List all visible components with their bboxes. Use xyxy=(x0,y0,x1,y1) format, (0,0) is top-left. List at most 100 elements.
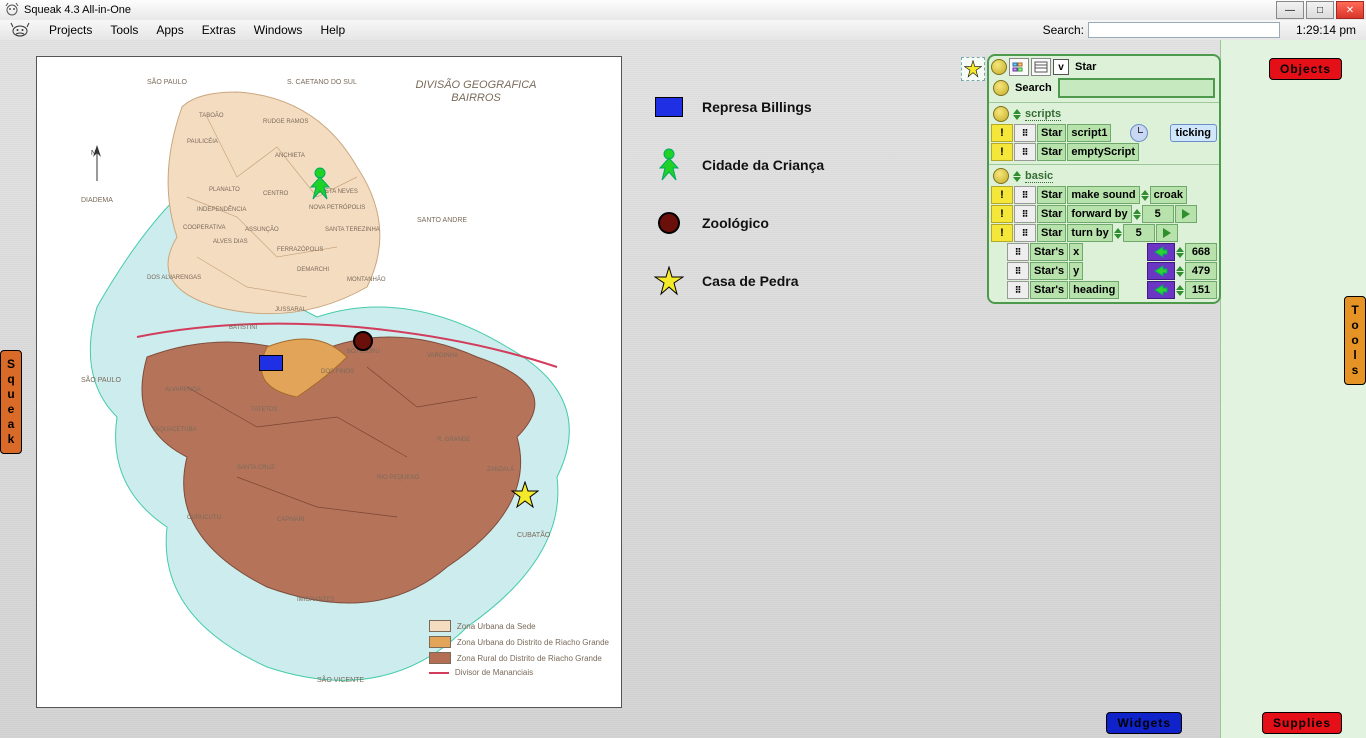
viewer-target-thumbnail[interactable] xyxy=(961,57,985,81)
category-menu-button[interactable] xyxy=(993,168,1009,184)
viewer-menu-button[interactable] xyxy=(991,59,1007,75)
flap-widgets[interactable]: Widgets xyxy=(1106,712,1182,734)
script-status[interactable]: ticking xyxy=(1170,124,1217,142)
tile-menu-button[interactable]: ⠿ xyxy=(1007,281,1029,299)
viewer-search-input[interactable] xyxy=(1058,78,1215,98)
menu-tools[interactable]: Tools xyxy=(101,23,147,37)
category-menu-button[interactable] xyxy=(993,106,1009,122)
map-label: INDEPENDÊNCIA xyxy=(197,207,246,213)
assign-button[interactable] xyxy=(1147,281,1175,299)
tile-menu-button[interactable]: ⠿ xyxy=(1014,143,1036,161)
flap-supplies[interactable]: Supplies xyxy=(1262,712,1342,734)
rectangle-icon xyxy=(654,92,684,122)
assign-button[interactable] xyxy=(1147,262,1175,280)
map-marker-zoo[interactable] xyxy=(353,331,373,351)
circle-icon xyxy=(654,208,684,238)
tile-object[interactable]: Star xyxy=(1037,224,1066,242)
window-minimize-button[interactable]: — xyxy=(1276,1,1304,19)
command-row[interactable]: ! ⠿ Star turn by 5 xyxy=(991,224,1217,242)
tile-object[interactable]: Star's xyxy=(1030,281,1068,299)
tile-value[interactable]: 668 xyxy=(1185,243,1217,261)
tile-menu-button[interactable]: ⠿ xyxy=(1014,124,1036,142)
run-button[interactable]: ! xyxy=(991,205,1013,223)
map-marker-billings[interactable] xyxy=(259,355,283,371)
tile-menu-button[interactable]: ⠿ xyxy=(1007,262,1029,280)
viewer-collapse-button[interactable]: v xyxy=(1053,59,1069,75)
category-label-basic[interactable]: basic xyxy=(1025,170,1053,183)
menu-windows[interactable]: Windows xyxy=(245,23,312,37)
tile-command[interactable]: turn by xyxy=(1067,224,1112,242)
viewer-tool-icon[interactable] xyxy=(1009,58,1029,76)
script-row[interactable]: ! ⠿ Star script1 ticking xyxy=(991,124,1217,142)
tile-object[interactable]: Star xyxy=(1037,186,1066,204)
run-button[interactable]: ! xyxy=(991,186,1013,204)
tile-arg[interactable]: 5 xyxy=(1123,224,1155,242)
viewer-tile-icon[interactable] xyxy=(1031,58,1051,76)
tile-object[interactable]: Star xyxy=(1037,143,1066,161)
window-close-button[interactable]: ✕ xyxy=(1336,1,1364,19)
assign-button[interactable] xyxy=(1147,243,1175,261)
map-marker-pedra[interactable] xyxy=(511,481,539,514)
menubar-search-input[interactable] xyxy=(1088,22,1280,38)
tile-menu-button[interactable]: ⠿ xyxy=(1014,186,1036,204)
category-label-scripts[interactable]: scripts xyxy=(1025,108,1061,121)
tile-script-name[interactable]: emptyScript xyxy=(1067,143,1139,161)
tile-object[interactable]: Star's xyxy=(1030,262,1068,280)
window-titlebar: Squeak 4.3 All-in-One — □ ✕ xyxy=(0,0,1366,21)
flap-tools[interactable]: Tools xyxy=(1344,296,1366,385)
value-spinner[interactable] xyxy=(1176,262,1184,280)
map-label: SÃO PAULO xyxy=(81,377,121,384)
tile-command[interactable]: make sound xyxy=(1067,186,1139,204)
tile-script-name[interactable]: script1 xyxy=(1067,124,1111,142)
map-marker-crianca[interactable] xyxy=(307,167,333,206)
extend-button[interactable] xyxy=(1175,205,1197,223)
tile-property[interactable]: x xyxy=(1069,243,1083,261)
tile-menu-button[interactable]: ⠿ xyxy=(1014,205,1036,223)
menubar-search-label: Search: xyxy=(1043,23,1088,37)
map-label: BATISTINI xyxy=(229,325,257,331)
tile-arg[interactable]: croak xyxy=(1150,186,1187,204)
tile-arg[interactable]: 5 xyxy=(1142,205,1174,223)
tile-object[interactable]: Star xyxy=(1037,124,1066,142)
tile-property[interactable]: y xyxy=(1069,262,1083,280)
tile-object[interactable]: Star's xyxy=(1030,243,1068,261)
tile-value[interactable]: 479 xyxy=(1185,262,1217,280)
menu-projects[interactable]: Projects xyxy=(40,23,101,37)
script-row[interactable]: ! ⠿ Star emptyScript xyxy=(991,143,1217,161)
run-button[interactable]: ! xyxy=(991,143,1013,161)
property-row[interactable]: ⠿ Star's x 668 xyxy=(991,243,1217,261)
squeak-logo-icon[interactable] xyxy=(6,21,34,39)
window-maximize-button[interactable]: □ xyxy=(1306,1,1334,19)
property-row[interactable]: ⠿ Star's heading 151 xyxy=(991,281,1217,299)
world[interactable]: Squeak Tools Objects Widgets Supplies DI… xyxy=(0,40,1366,738)
tile-menu-button[interactable]: ⠿ xyxy=(1014,224,1036,242)
arg-spinner[interactable] xyxy=(1133,209,1141,220)
tile-property[interactable]: heading xyxy=(1069,281,1119,299)
value-spinner[interactable] xyxy=(1176,243,1184,261)
menu-extras[interactable]: Extras xyxy=(193,23,245,37)
tile-object[interactable]: Star xyxy=(1037,205,1066,223)
viewer-search-menu-button[interactable] xyxy=(993,80,1009,96)
viewer-object-name[interactable]: Star xyxy=(1071,61,1100,73)
value-spinner[interactable] xyxy=(1176,281,1184,299)
property-row[interactable]: ⠿ Star's y 479 xyxy=(991,262,1217,280)
command-row[interactable]: ! ⠿ Star forward by 5 xyxy=(991,205,1217,223)
extend-button[interactable] xyxy=(1156,224,1178,242)
tile-menu-button[interactable]: ⠿ xyxy=(1007,243,1029,261)
category-spinner[interactable] xyxy=(1013,109,1021,120)
tile-value[interactable]: 151 xyxy=(1185,281,1217,299)
arg-spinner[interactable] xyxy=(1141,190,1149,201)
run-button[interactable]: ! xyxy=(991,124,1013,142)
tile-command[interactable]: forward by xyxy=(1067,205,1131,223)
flap-squeak[interactable]: Squeak xyxy=(0,350,22,454)
clock-icon[interactable] xyxy=(1130,124,1148,142)
category-spinner[interactable] xyxy=(1013,171,1021,182)
poi-label-crianca: Cidade da Criança xyxy=(702,157,824,173)
menu-apps[interactable]: Apps xyxy=(147,23,192,37)
flap-objects[interactable]: Objects xyxy=(1269,58,1342,80)
command-row[interactable]: ! ⠿ Star make sound croak xyxy=(991,186,1217,204)
menu-help[interactable]: Help xyxy=(311,23,354,37)
map-label: CURUCUTU xyxy=(187,515,221,521)
run-button[interactable]: ! xyxy=(991,224,1013,242)
arg-spinner[interactable] xyxy=(1114,228,1122,239)
